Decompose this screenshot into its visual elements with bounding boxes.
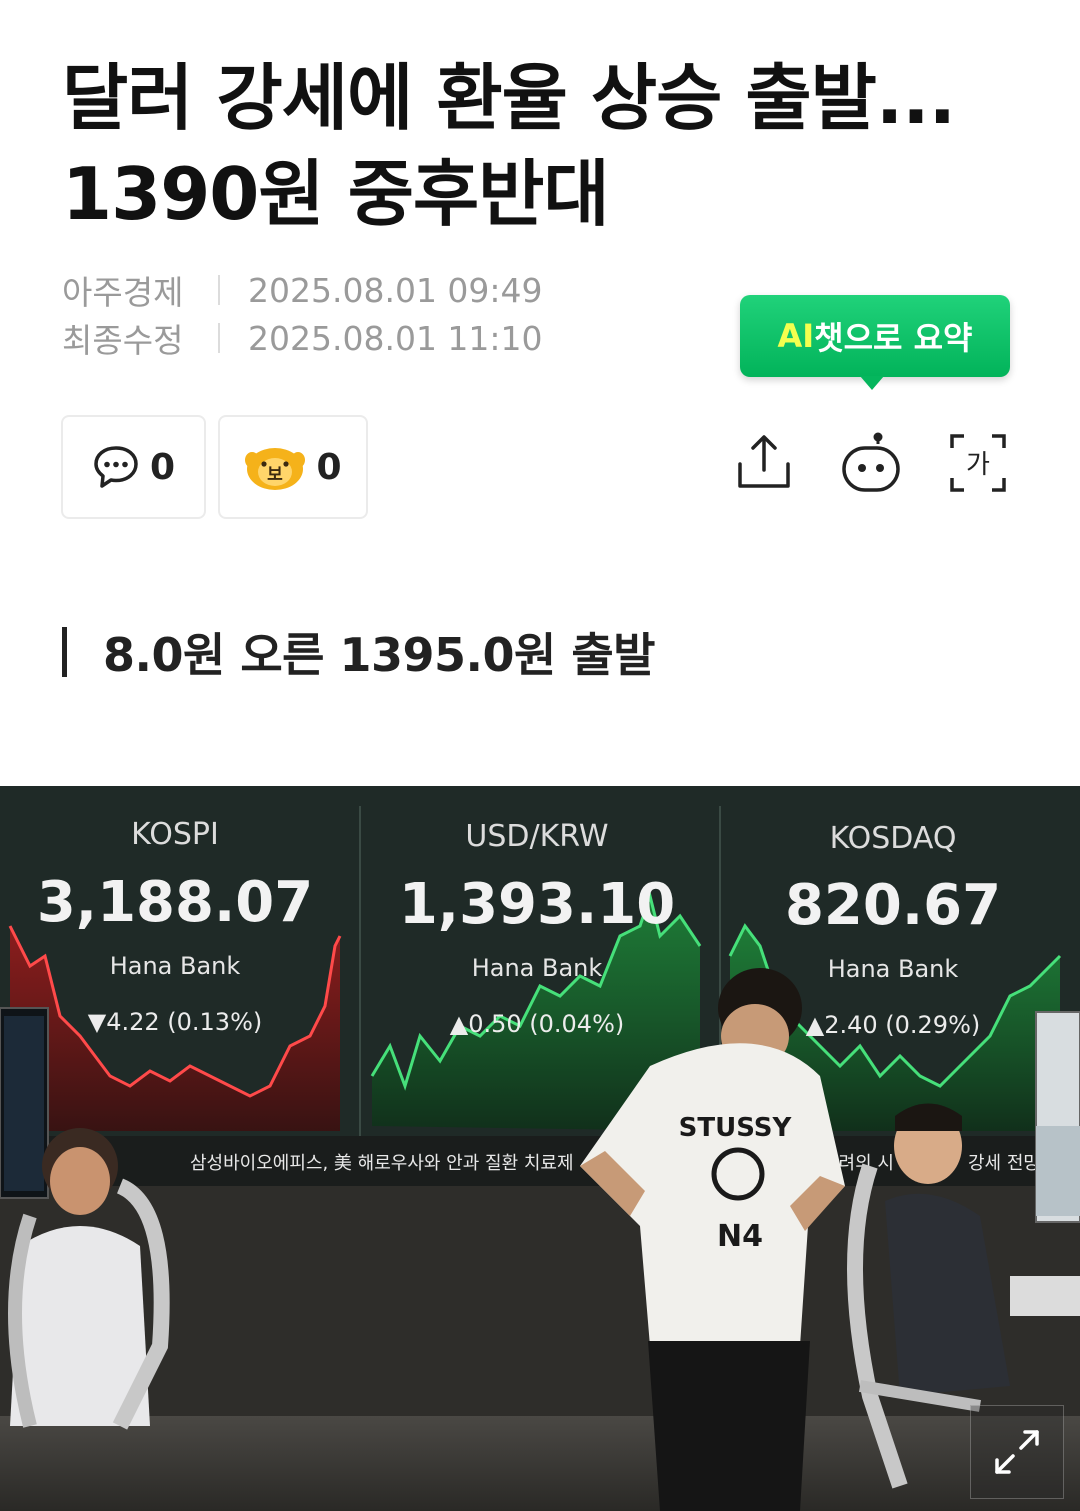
- comments-button[interactable]: 0: [61, 415, 206, 519]
- article-title: 달러 강세에 환율 상승 출발... 1390원 중후반대: [62, 50, 1022, 242]
- ai-summary-prefix: AI: [777, 317, 815, 355]
- like-button[interactable]: 보 0: [218, 415, 368, 519]
- title-line-2: 1390원 중후반대: [62, 152, 610, 236]
- modified-row: 최종수정 2025.08.01 11:10: [62, 314, 543, 362]
- subheading-bar: [62, 627, 67, 677]
- publisher-name[interactable]: 아주경제: [62, 266, 190, 314]
- kosdaq-change: ▲2.40 (0.29%): [806, 1011, 981, 1039]
- subheading-text: 8.0원 오른 1395.0원 출발: [103, 628, 655, 682]
- shirt-number-text: N4: [717, 1219, 763, 1254]
- subheading: 8.0원 오른 1395.0원 출발: [62, 624, 655, 682]
- article-meta: 아주경제 2025.08.01 09:49 최종수정 2025.08.01 11…: [62, 266, 543, 362]
- kosdaq-name: KOSDAQ: [830, 821, 957, 856]
- ai-bubble-tail: [860, 376, 884, 390]
- like-count: 0: [316, 446, 342, 488]
- like-icon-char: 보: [268, 465, 284, 485]
- comment-icon: [94, 446, 138, 488]
- kosdaq-value: 820.67: [785, 873, 1001, 938]
- expand-icon: [995, 1430, 1039, 1474]
- font-size-char: 가: [966, 450, 990, 480]
- kosdaq-brand: Hana Bank: [828, 955, 959, 983]
- ai-bot-icon[interactable]: [840, 432, 902, 494]
- kospi-name: KOSPI: [131, 817, 219, 852]
- meta-divider: [218, 323, 220, 353]
- title-line-1: 달러 강세에 환율 상승 출발...: [62, 56, 956, 140]
- ticker-right-b: 강세 전망: [968, 1153, 1040, 1174]
- usdkrw-change: ▲0.50 (0.04%): [450, 1010, 625, 1038]
- photo-illustration: KOSPI 3,188.07 Hana Bank ▼4.22 (0.13%) U…: [0, 786, 1080, 1511]
- ai-summary-label: 챗으로 요약: [814, 319, 973, 357]
- ticker-left: 삼성바이오에피스, 美 해로우사와 안과 질환 치료제: [190, 1153, 574, 1174]
- kospi-value: 3,188.07: [37, 870, 313, 935]
- usdkrw-value: 1,393.10: [399, 872, 675, 937]
- modified-label: 최종수정: [62, 321, 184, 360]
- kospi-brand: Hana Bank: [110, 952, 241, 980]
- usdkrw-name: USD/KRW: [465, 819, 608, 854]
- meta-divider: [218, 275, 220, 305]
- published-row: 아주경제 2025.08.01 09:49: [62, 266, 543, 314]
- font-size-icon[interactable]: 가: [948, 432, 1008, 494]
- kospi-change: ▼4.22 (0.13%): [88, 1008, 263, 1036]
- share-icon[interactable]: [734, 432, 794, 494]
- published-date: 2025.08.01 09:49: [248, 270, 543, 310]
- article-photo[interactable]: KOSPI 3,188.07 Hana Bank ▼4.22 (0.13%) U…: [0, 786, 1080, 1511]
- ai-summary-button[interactable]: AI 챗으로 요약: [740, 295, 1010, 377]
- modified-date: 2025.08.01 11:10: [248, 318, 543, 358]
- usdkrw-brand: Hana Bank: [472, 954, 603, 982]
- bear-face-icon: 보: [245, 448, 306, 490]
- comments-count: 0: [149, 446, 176, 488]
- shirt-brand-text: STUSSY: [679, 1113, 793, 1143]
- expand-photo-button[interactable]: [970, 1405, 1064, 1499]
